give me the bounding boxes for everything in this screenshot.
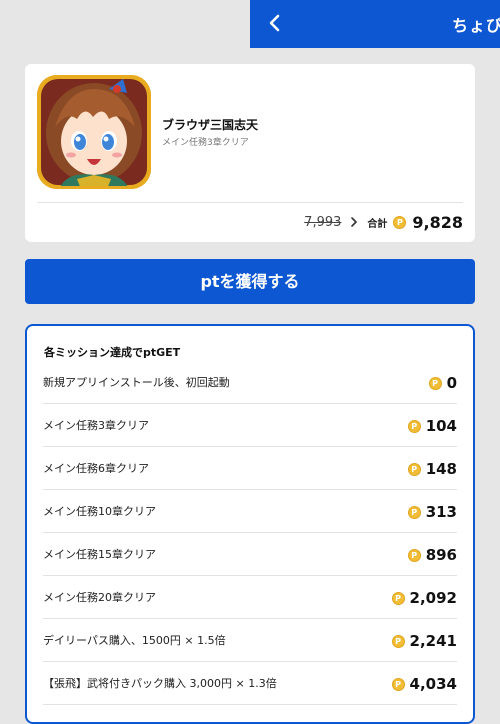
- mission-point-value: 104: [425, 417, 457, 435]
- mission-label: メイン任務6章クリア: [43, 462, 149, 475]
- point-coin-icon: P: [407, 548, 421, 562]
- point-coin-icon: P: [428, 376, 442, 390]
- mission-point-value: 896: [425, 546, 457, 564]
- mission-label: メイン任務3章クリア: [43, 419, 149, 432]
- mission-points: P 104: [407, 417, 457, 435]
- header-bar: ちょび: [250, 0, 500, 48]
- mission-row: メイン任務20章クリア P 2,092: [43, 576, 457, 619]
- mission-points: P0: [428, 374, 457, 392]
- total-points: 9,828: [412, 212, 463, 232]
- total-label: 合計: [367, 218, 388, 230]
- mission-points: P 2,241: [391, 632, 457, 650]
- app-card[interactable]: ブラウザ三国志天 メイン任務3章クリア 7,993 合計 P 9,828: [25, 64, 475, 242]
- point-coin-icon: P: [407, 505, 421, 519]
- mission-point-value: 4,034: [409, 675, 457, 693]
- divider: [37, 202, 463, 203]
- mission-row: メイン任務3章クリア P 104: [43, 404, 457, 447]
- mission-row: 【張飛】武将付きパック購入 3,000円 × 1.3倍 P 4,034: [43, 662, 457, 705]
- mission-row: メイン任務15章クリア P 896: [43, 533, 457, 576]
- mission-label: メイン任務20章クリア: [43, 591, 156, 604]
- mission-label: 【張飛】武将付きパック購入 3,000円 × 1.3倍: [43, 677, 277, 690]
- mission-point-value: 148: [425, 460, 457, 478]
- point-coin-icon: P: [407, 419, 421, 433]
- mission-point-value: 2,092: [409, 589, 457, 607]
- mission-point-value: 313: [425, 503, 457, 521]
- point-coin-icon: P: [391, 677, 405, 691]
- mission-points: P 896: [407, 546, 457, 564]
- mission-points: P 2,092: [391, 589, 457, 607]
- mission-label: デイリーパス購入、1500円 × 1.5倍: [43, 634, 226, 647]
- mission-point-value: 2,241: [409, 632, 457, 650]
- app-name: ブラウザ三国志天: [162, 118, 259, 132]
- price-row: 7,993 合計 P 9,828: [304, 211, 463, 233]
- mission-points: P 4,034: [391, 675, 457, 693]
- mission-row: デイリーパス購入、1500円 × 1.5倍 P 2,241: [43, 619, 457, 662]
- point-coin-icon: P: [391, 591, 405, 605]
- mission-points: P 148: [407, 460, 457, 478]
- mission-row: メイン任務10章クリア P 313: [43, 490, 457, 533]
- point-coin-icon: P: [407, 462, 421, 476]
- header-title: ちょび: [452, 16, 500, 35]
- point-coin-icon: P: [393, 215, 407, 229]
- mission-row: メイン任務6章クリア P 148: [43, 447, 457, 490]
- mission-label: メイン任務10章クリア: [43, 505, 156, 518]
- mission-box: 各ミッション達成でptGET 新規アプリインストール後、初回起動 P 0 メイン任務3…: [25, 324, 475, 724]
- point-coin-icon: P: [391, 634, 405, 648]
- mission-label: 新規アプリインストール後、初回起動: [43, 376, 230, 389]
- app-subtitle: メイン任務3章クリア: [162, 138, 249, 148]
- chevron-right-icon: [347, 215, 361, 229]
- get-points-button[interactable]: ptを獲得する: [25, 259, 475, 304]
- mission-row: 新規アプリインストール後、初回起動 P 0: [43, 361, 457, 404]
- mission-list: 新規アプリインストール後、初回起動 P 0 メイン任務3章クリア P 104 メイン任務6章…: [43, 361, 457, 705]
- mission-points: P 313: [407, 503, 457, 521]
- app-icon[interactable]: [37, 75, 151, 189]
- mission-title: 各ミッション達成でptGET: [44, 346, 181, 359]
- old-price: 7,993: [304, 214, 342, 230]
- mission-label: メイン任務15章クリア: [43, 548, 156, 561]
- chevron-left-icon: [269, 14, 280, 32]
- app-character-image: [37, 75, 151, 189]
- back-button[interactable]: [264, 12, 286, 34]
- mission-point-value: 0: [446, 374, 457, 392]
